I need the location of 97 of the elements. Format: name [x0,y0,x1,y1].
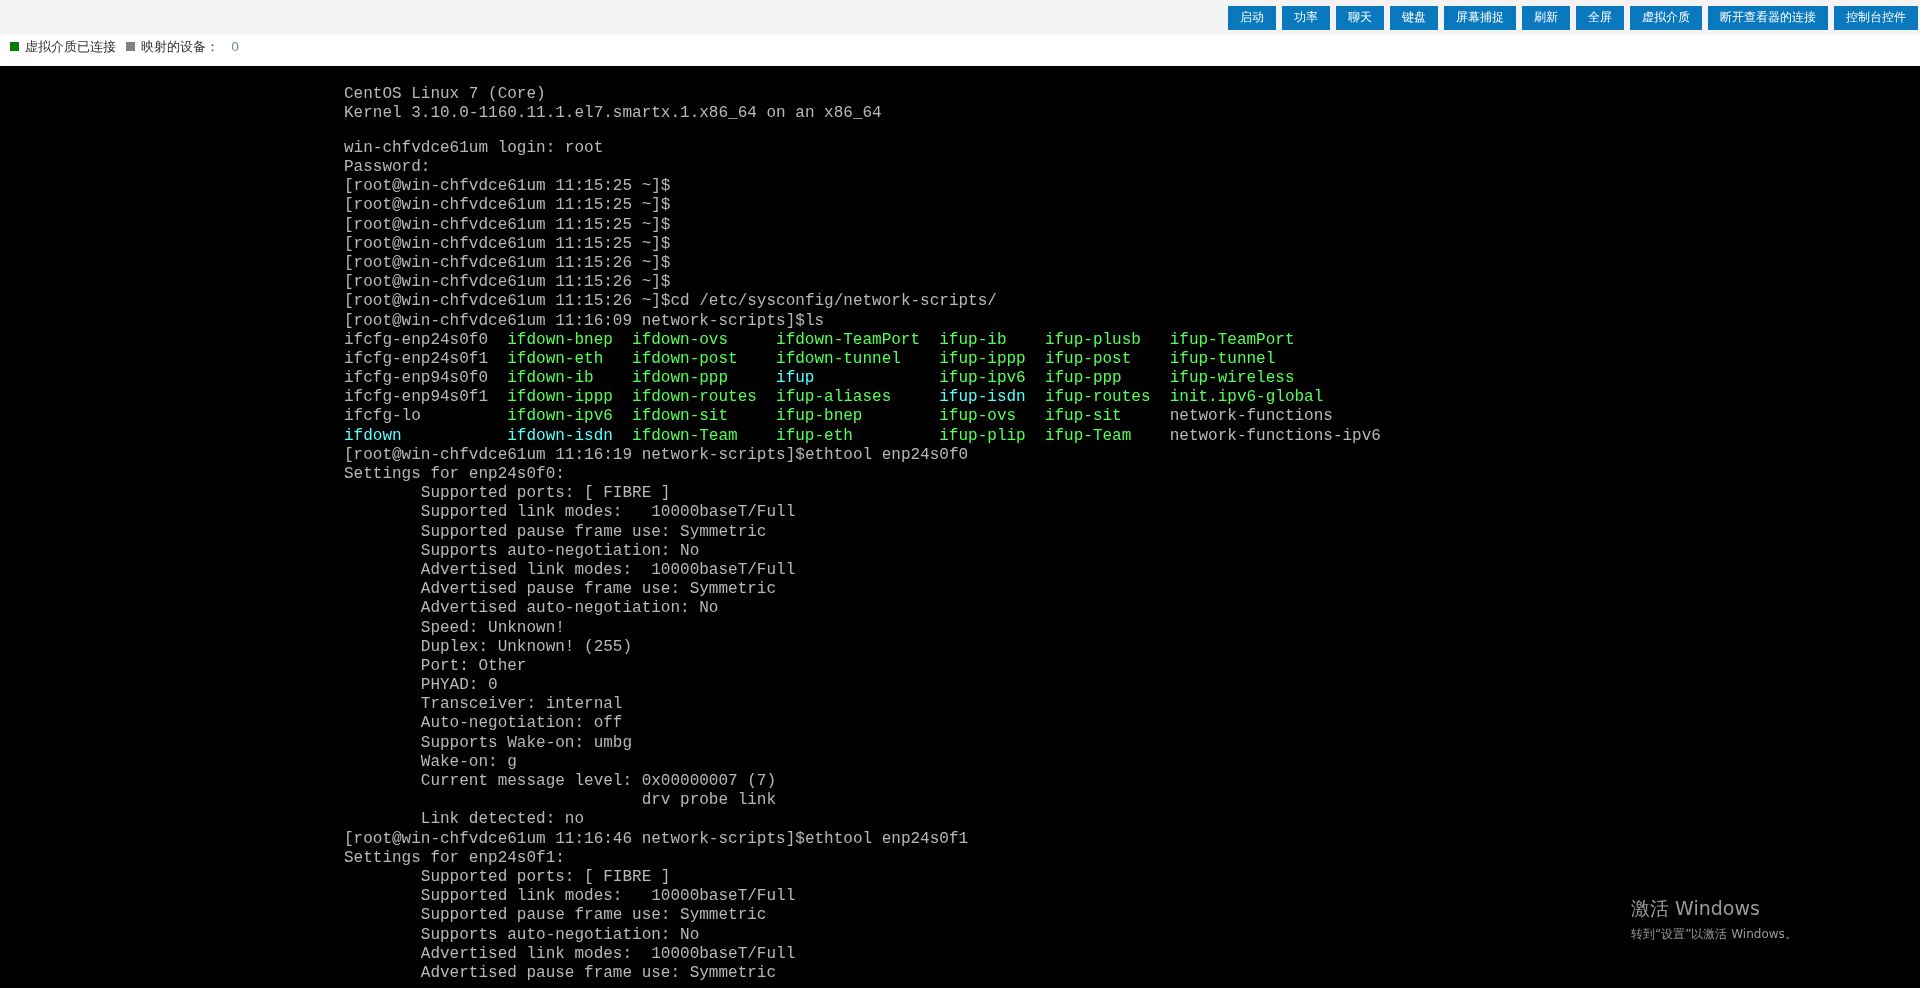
terminal-line: [root@win-chfvdce61um 11:15:26 ~]$ [344,255,671,272]
status-value: 0 [231,39,240,54]
file-name: network-functions-ipv6 [1169,428,1382,445]
file-name: ifdown [344,428,403,445]
toolbar-button[interactable]: 启动 [1228,5,1276,30]
file-name: ifup [776,371,816,387]
toolbar-button[interactable]: 屏幕捕捉 [1444,5,1516,30]
terminal-line: Advertised pause frame use: Symmetric [419,582,777,598]
terminal-line: Supported pause frame use: Symmetric [419,908,767,924]
terminal-line: [root@win-chfvdce61um 11:16:09 network-scripts]$ls [344,313,825,330]
file-name: ifdown-ib [507,371,595,387]
activation-text: 转到“设置”以激活 Windows。 [1631,926,1797,943]
toolbar-button[interactable]: 聊天 [1336,5,1384,30]
file-name: ifup-TeamPort [1169,332,1296,349]
terminal-line: [root@win-chfvdce61um 11:16:46 network-scripts]$ethtool enp24s0f1 [344,831,969,848]
terminal-line: Transceiver: internal [419,697,623,713]
terminal-line: Supports auto-negotiation: No [419,543,700,560]
file-name: ifdown-ppp [632,371,730,387]
terminal-line: Supported pause frame use: Symmetric [419,524,767,541]
terminal-line: [root@win-chfvdce61um 11:15:25 ~]$ [344,179,671,195]
terminal-line: Advertised auto-negotiation: No [419,601,719,617]
terminal-line: Supported ports: [ FIBRE ] [419,869,671,886]
terminal-line: Link detected: no [419,812,585,829]
terminal-line: PHYAD: 0 [419,678,498,694]
file-name: ifup-bnep [776,409,864,426]
activation-title: 激活 Windows [1631,896,1761,921]
file-name: ifup-ppp [1044,371,1123,387]
terminal-line: Supported ports: [ FIBRE ] [419,486,671,502]
terminal-line: Advertised link modes: 10000baseT/Full [419,946,796,963]
file-name: ifdown-Team [632,428,739,445]
terminal-line: Supports Wake-on: umbg [419,735,633,752]
toolbar-button[interactable]: 功率 [1282,5,1330,30]
file-name: ifdown-TeamPort [776,332,922,349]
terminal-line: Port: Other [419,658,527,675]
terminal-line: Advertised pause frame use: Symmetric [419,965,777,982]
terminal-line: Advertised link modes: 10000baseT/Full [419,562,796,579]
terminal-line: Duplex: Unknown! (255) [419,639,633,656]
terminal-line: Supports auto-negotiation: No [419,927,700,944]
file-name: ifdown-bnep [507,332,614,349]
toolbar-button[interactable]: 断开查看器的连接 [1708,5,1828,30]
file-name: ifup-ib [939,332,1008,349]
file-name: ifdown-ovs [632,332,730,349]
file-name: ifcfg-lo [344,409,422,426]
file-name: ifup-plip [939,428,1027,445]
terminal-line: [root@win-chfvdce61um 11:15:25 ~]$ [344,198,671,215]
file-name: network-functions [1169,409,1334,426]
file-name: ifup-post [1044,351,1133,368]
file-name: ifdown-eth [507,351,605,368]
terminal-line: [root@win-chfvdce61um 11:15:26 ~]$cd /etc/sysconfig/network-scripts/ [344,294,997,310]
terminal-line: CentOS Linux 7 (Core) [344,87,546,103]
file-name: ifdown-ipv6 [507,409,614,426]
file-name: ifup-wireless [1169,371,1296,387]
file-name: ifup-sit [1044,409,1123,426]
file-name: ifdown-sit [632,409,730,426]
file-name: ifup-plusb [1044,332,1142,349]
terminal-line: Kernel 3.10.0-1160.11.1.el7.smartx.1.x86_64 on an x86_64 [344,106,882,122]
terminal-line: Password: [344,160,431,176]
terminal-line: win-chfvdce61um login: root [344,140,604,157]
terminal-line: [root@win-chfvdce61um 11:15:25 ~]$ [344,217,671,234]
file-name: ifup-Team [1044,428,1133,445]
toolbar-button[interactable]: 键盘 [1390,5,1438,30]
status-label: 映射的设备： [141,37,219,56]
file-name: ifcfg-enp24s0f1 [344,351,490,368]
file-name: ifcfg-enp94s0f1 [344,390,490,406]
file-name: init.ipv6-global [1169,390,1325,406]
toolbar-button[interactable]: 虚拟介质 [1630,5,1702,30]
file-name: ifup-ipv6 [939,371,1027,387]
file-name: ifup-tunnel [1169,351,1277,368]
terminal-line: Settings for enp24s0f0: [344,467,565,483]
toolbar-button[interactable]: 控制台控件 [1834,5,1918,30]
file-name: ifcfg-enp24s0f0 [344,332,490,349]
terminal-line: Wake-on: g [419,754,517,771]
file-name: ifup-aliases [776,390,893,406]
file-name: ifdown-ippp [507,390,614,406]
file-name: ifup-routes [1044,390,1152,406]
file-name: ifcfg-enp94s0f0 [344,371,490,387]
terminal-line: Auto-negotiation: off [419,716,623,733]
file-name: ifdown-post [632,351,739,368]
file-name: ifup-ovs [939,409,1018,426]
terminal-line: Supported link modes: 10000baseT/Full [419,889,796,905]
toolbar-button[interactable]: 全屏 [1576,5,1624,30]
terminal-line: Speed: Unknown! [419,620,565,637]
toolbar-button[interactable]: 刷新 [1522,5,1570,30]
file-name: ifup-ippp [939,351,1027,368]
file-name: ifdown-routes [632,390,758,406]
terminal-line: Current message level: 0x00000007 (7) [419,774,777,790]
terminal-line: [root@win-chfvdce61um 11:16:19 network-scripts]$ethtool enp24s0f0 [344,447,969,464]
terminal-line: [root@win-chfvdce61um 11:15:26 ~]$ [344,275,671,291]
terminal-line: [root@win-chfvdce61um 11:15:25 ~]$ [344,236,671,253]
file-name: ifup-eth [776,428,854,445]
terminal-line: drv probe link [640,793,777,809]
file-name: ifdown-tunnel [776,351,902,368]
terminal-line: Supported link modes: 10000baseT/Full [419,505,796,522]
file-name: ifdown-isdn [507,428,614,445]
status-label: 虚拟介质已连接 [25,37,116,56]
terminal-line: Settings for enp24s0f1: [344,850,565,867]
file-name: ifup-isdn [939,390,1027,406]
